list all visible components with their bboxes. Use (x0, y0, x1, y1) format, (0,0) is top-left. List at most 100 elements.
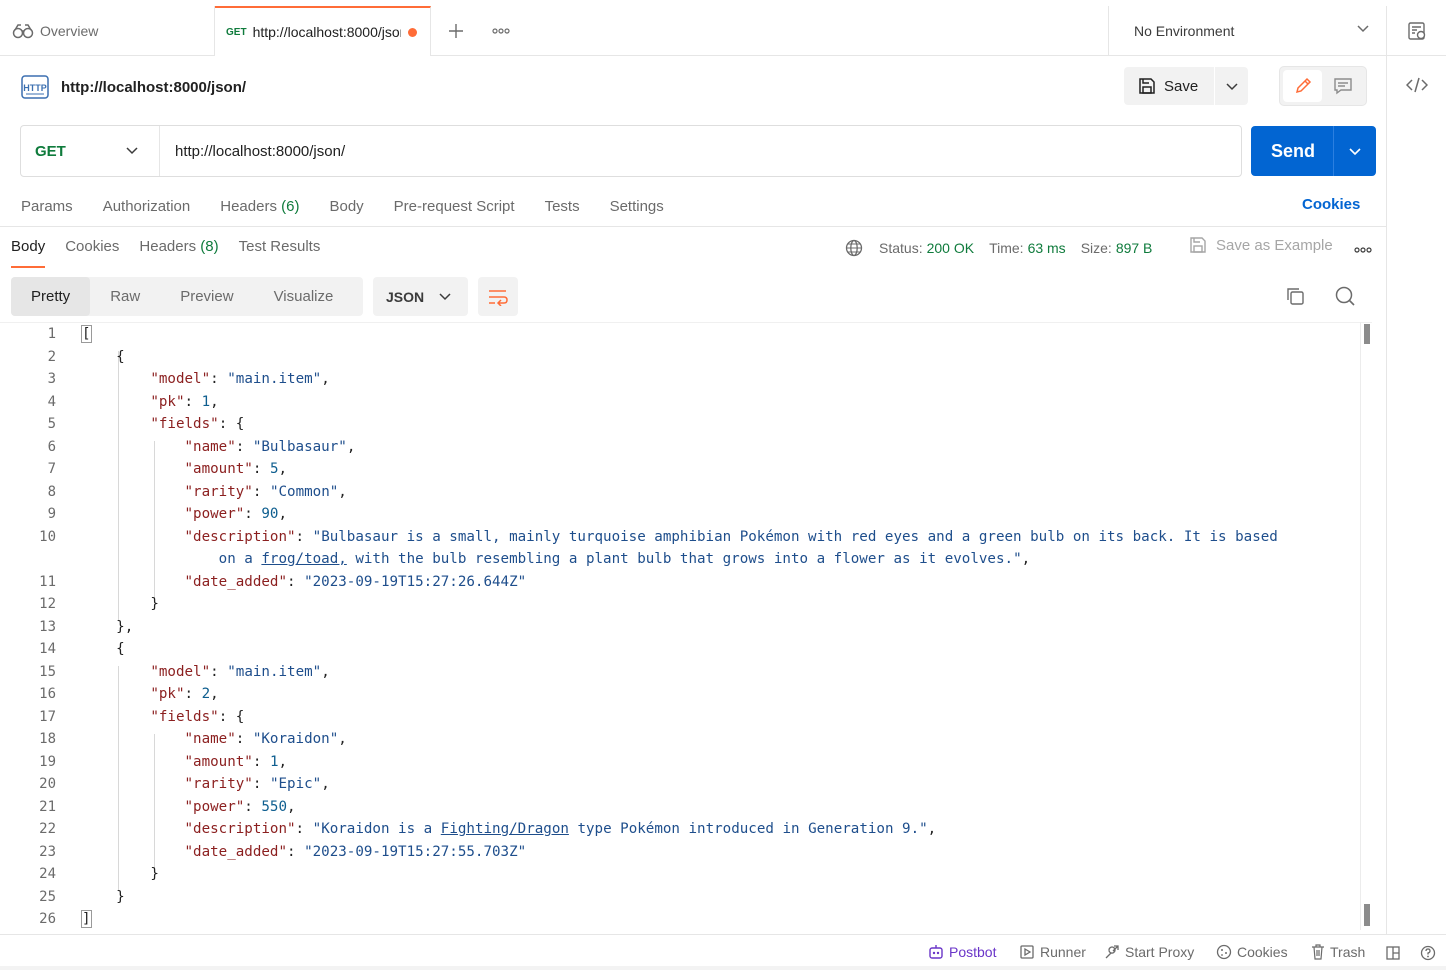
start-proxy-button[interactable]: Start Proxy (1104, 944, 1194, 960)
more-icon (492, 28, 510, 34)
method-label: GET (35, 142, 66, 160)
tab-body[interactable]: Body (329, 198, 363, 215)
edit-mode-button[interactable] (1283, 70, 1323, 102)
save-button-group: Save (1124, 67, 1248, 105)
json-value: 90 (261, 506, 279, 522)
code-line: 19 "amount": 1, (39, 753, 288, 770)
postbot-button[interactable]: Postbot (928, 944, 996, 960)
link-text[interactable]: frog/toad, (261, 551, 346, 567)
tab-pre-request-script[interactable]: Pre-request Script (394, 198, 515, 215)
json-value: type Pokémon introduced in Generation 9. (568, 821, 920, 837)
code-line: 5 "fields": { (47, 416, 245, 432)
environment-select[interactable]: No Environment (1108, 6, 1386, 56)
svg-text:HTTP: HTTP (23, 83, 47, 93)
time-value[interactable]: 63 ms (1028, 240, 1066, 256)
response-tab-headers[interactable]: Headers (8) (139, 234, 218, 268)
size-value[interactable]: 897 B (1116, 240, 1153, 256)
save-options-button[interactable] (1215, 67, 1248, 105)
right-sidebar (1386, 56, 1446, 934)
code-line: 26] (39, 910, 92, 928)
response-tab-test-results[interactable]: Test Results (239, 234, 321, 268)
json-value: main.item (235, 663, 313, 680)
tab-params[interactable]: Params (21, 198, 73, 215)
url-input[interactable] (160, 127, 1230, 175)
save-icon (1139, 78, 1155, 94)
code-line: 13 }, (39, 618, 134, 635)
response-body-editor[interactable]: 1[ 2 { 3 "model": "main.item", 4 "pk": 1… (0, 322, 1372, 932)
view-raw[interactable]: Raw (90, 277, 160, 316)
tab-label: Cookies (65, 238, 120, 255)
request-title[interactable]: http://localhost:8000/json/ (61, 79, 246, 96)
tab-request[interactable]: GET http://localhost:8000/json/ (215, 6, 431, 56)
status-value[interactable]: 200 OK (927, 240, 974, 256)
cookies-button[interactable]: Cookies (1216, 944, 1288, 960)
environment-quick-look-button[interactable] (1386, 6, 1446, 56)
more-tabs-button[interactable] (488, 18, 514, 44)
chevron-down-icon (1357, 25, 1369, 33)
trash-button[interactable]: Trash (1311, 944, 1365, 960)
save-example-icon (1190, 237, 1206, 253)
start-proxy-label: Start Proxy (1125, 944, 1195, 960)
cookies-link[interactable]: Cookies (1302, 196, 1360, 213)
method-select[interactable]: GET (21, 126, 160, 176)
globe-icon[interactable] (845, 239, 863, 257)
tab-authorization[interactable]: Authorization (103, 198, 191, 215)
code-line: 22 "description": "Koraidon is a Fightin… (39, 821, 937, 837)
search-button[interactable] (1334, 285, 1356, 310)
code-icon[interactable] (1406, 76, 1428, 94)
response-tab-body[interactable]: Body (11, 234, 46, 268)
code-line: 10 "description": "Bulbasaur is a small,… (39, 528, 1278, 545)
comment-icon (1333, 78, 1352, 95)
code-line: 4 "pk": 1, (47, 393, 219, 410)
chevron-down-icon (1349, 148, 1361, 156)
send-options-button[interactable] (1334, 126, 1376, 176)
tab-label: Tests (544, 197, 580, 215)
json-value: 1 (201, 393, 211, 410)
tab-count: (6) (281, 197, 300, 215)
request-title-bar: HTTP http://localhost:8000/json/ (20, 72, 246, 102)
help-icon (1420, 945, 1436, 961)
tab-label: Authorization (102, 197, 191, 215)
tab-overview-label: Overview (40, 23, 99, 39)
send-button[interactable]: Send (1251, 126, 1334, 176)
tab-tests[interactable]: Tests (545, 198, 580, 215)
view-visualize[interactable]: Visualize (254, 277, 354, 316)
response-divider (0, 226, 1386, 227)
cookie-icon (1216, 944, 1232, 960)
comment-mode-button[interactable] (1322, 70, 1363, 102)
new-tab-button[interactable] (443, 18, 469, 44)
response-tab-cookies[interactable]: Cookies (65, 234, 119, 268)
code-line: on a frog/toad, with the bulb resembling… (218, 551, 1031, 567)
save-as-example-button[interactable]: Save as Example (1189, 236, 1333, 254)
code-line: 7 "amount": 5, (47, 461, 288, 477)
copy-button[interactable] (1284, 285, 1306, 310)
environment-label: No Environment (1134, 23, 1235, 39)
tab-overview[interactable]: Overview (0, 6, 215, 56)
search-icon (1335, 286, 1355, 306)
json-value: on a (218, 551, 262, 567)
code-line: 6 "name": "Bulbasaur", (47, 438, 356, 455)
tab-headers[interactable]: Headers (6) (220, 198, 299, 215)
wrap-lines-button[interactable] (478, 277, 518, 316)
editor-scrollbar[interactable] (1360, 322, 1372, 930)
save-button[interactable]: Save (1124, 67, 1215, 105)
code-line: 14 { (39, 641, 125, 657)
response-more-button[interactable] (1354, 240, 1372, 256)
tab-settings[interactable]: Settings (610, 198, 664, 215)
layout-toggle-button[interactable] (1385, 945, 1406, 961)
json-value: 550 (261, 798, 288, 815)
view-mode-tabs: Pretty Raw Preview Visualize (11, 277, 363, 316)
code-line: 24 } (39, 866, 159, 882)
view-preview[interactable]: Preview (160, 277, 253, 316)
json-value: 1 (269, 753, 279, 770)
wrap-icon (489, 289, 508, 306)
tab-label: Headers (139, 238, 197, 255)
tab-count: (8) (200, 238, 219, 255)
json-value: with the bulb resembling a plant bulb th… (346, 551, 1014, 567)
json-value: Bulbasaur (261, 438, 339, 455)
view-pretty[interactable]: Pretty (11, 277, 91, 316)
link-text[interactable]: Fighting/Dragon (441, 821, 569, 837)
runner-button[interactable]: Runner (1019, 944, 1086, 960)
help-button[interactable] (1420, 945, 1441, 961)
format-select[interactable]: JSON (373, 277, 468, 316)
